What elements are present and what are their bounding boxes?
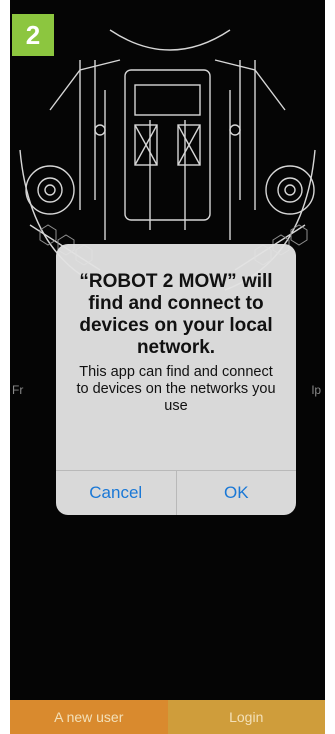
dialog-title: “ROBOT 2 MOW” will find and connect to d… bbox=[79, 271, 273, 358]
background-text-right: lp bbox=[311, 383, 321, 397]
app-screen: 2 Fr lp “ROBOT 2 MOW” will find and conn… bbox=[10, 0, 325, 734]
new-user-button[interactable]: A new user bbox=[10, 700, 168, 734]
ok-button[interactable]: OK bbox=[175, 471, 297, 515]
login-button[interactable]: Login bbox=[167, 700, 325, 734]
local-network-permission-dialog: “ROBOT 2 MOW” will find and connect to d… bbox=[56, 244, 296, 515]
cancel-button[interactable]: Cancel bbox=[56, 471, 176, 515]
background-text-left: Fr bbox=[12, 383, 24, 397]
bottom-bar: A new user Login bbox=[10, 700, 325, 734]
step-badge: 2 bbox=[12, 14, 54, 56]
dialog-actions: Cancel OK bbox=[56, 470, 296, 515]
screen: 2 Fr lp “ROBOT 2 MOW” will find and conn… bbox=[0, 0, 335, 734]
dialog-message: This app can find and connect to devices… bbox=[76, 364, 276, 414]
